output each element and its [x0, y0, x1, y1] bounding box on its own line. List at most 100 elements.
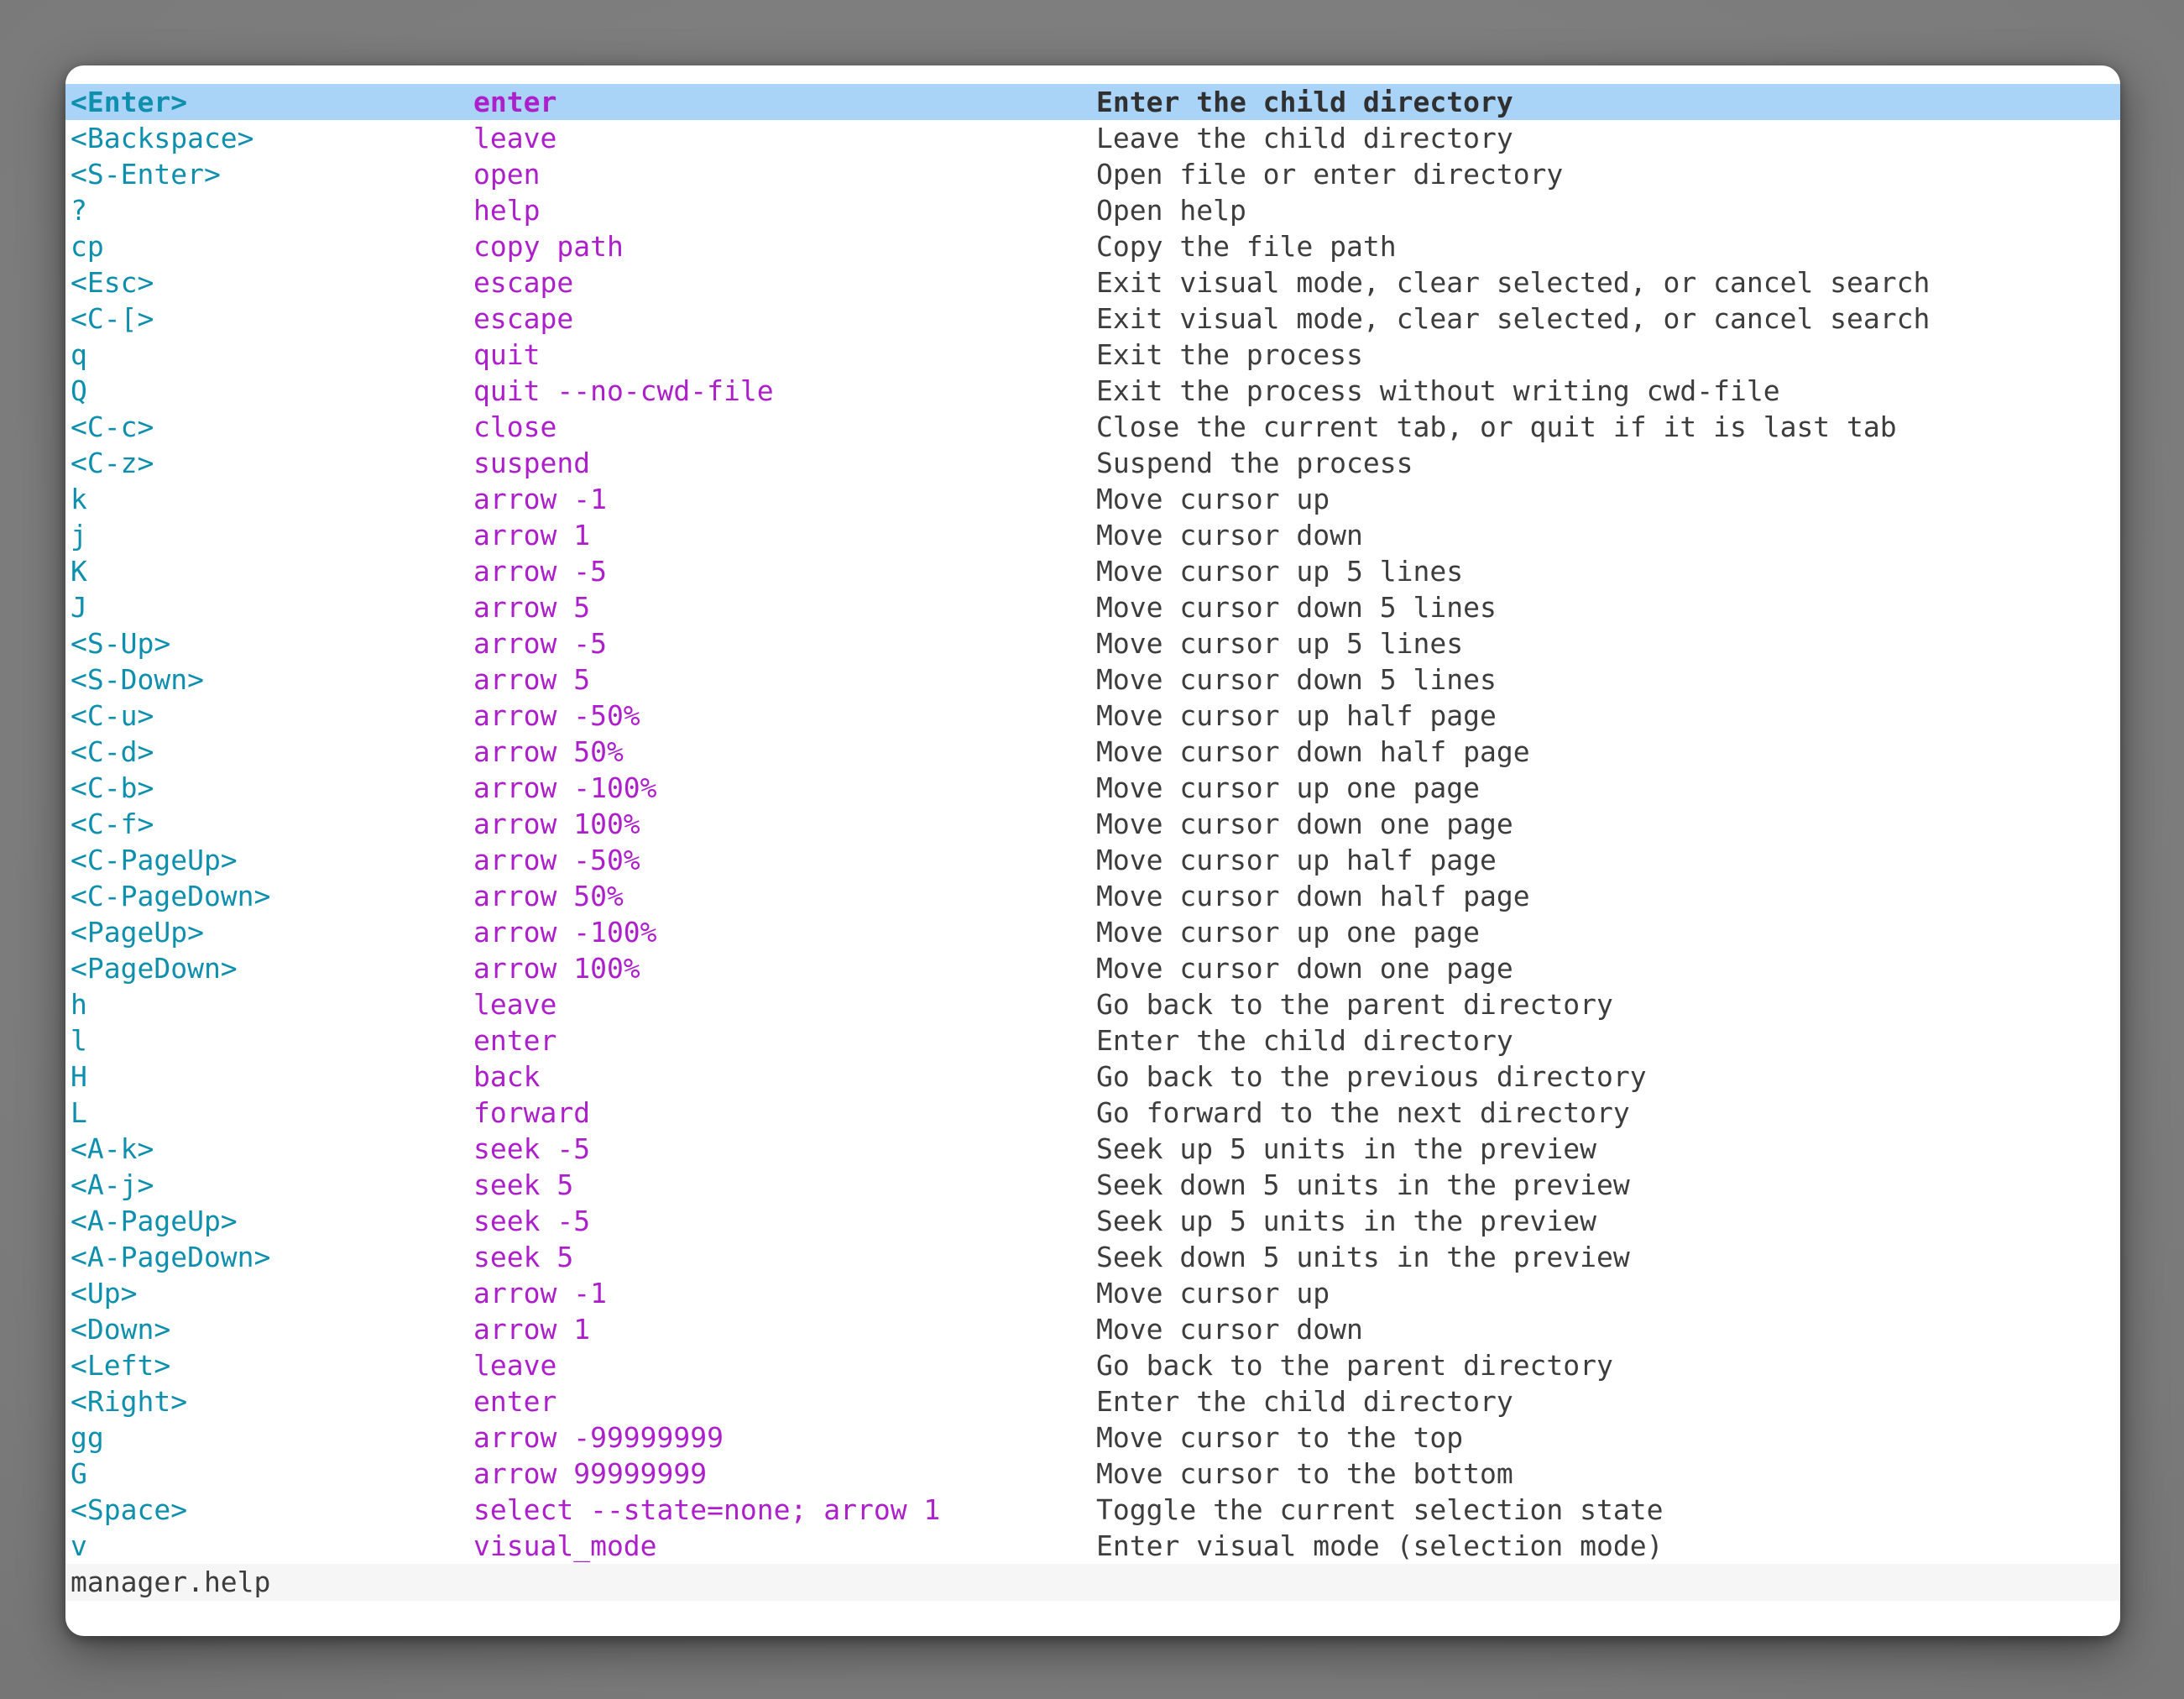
- keybind-row[interactable]: gg arrow -99999999 Move cursor to the to…: [65, 1419, 2120, 1456]
- description-cell: Move cursor to the bottom: [1096, 1456, 1513, 1492]
- command-cell: arrow 5: [473, 661, 590, 698]
- key-cell: <A-PageUp>: [71, 1203, 238, 1239]
- key-cell: cp: [71, 228, 104, 264]
- keybind-row[interactable]: <C-PageDown> arrow 50% Move cursor down …: [65, 878, 2120, 914]
- keybind-row[interactable]: <Up> arrow -1 Move cursor up: [65, 1275, 2120, 1311]
- keybind-row[interactable]: <Esc> escape Exit visual mode, clear sel…: [65, 264, 2120, 301]
- command-cell: escape: [473, 264, 573, 301]
- key-cell: <PageUp>: [71, 914, 204, 950]
- command-cell: enter: [473, 84, 556, 120]
- key-cell: l: [71, 1022, 87, 1059]
- keybind-row[interactable]: G arrow 99999999 Move cursor to the bott…: [65, 1456, 2120, 1492]
- key-cell: <A-k>: [71, 1131, 154, 1167]
- keybind-row[interactable]: k arrow -1 Move cursor up: [65, 481, 2120, 517]
- keybind-row[interactable]: <C-[> escape Exit visual mode, clear sel…: [65, 301, 2120, 337]
- description-cell: Seek up 5 units in the preview: [1096, 1131, 1596, 1167]
- keybind-row[interactable]: H back Go back to the previous directory: [65, 1059, 2120, 1095]
- keybind-row[interactable]: <PageDown> arrow 100% Move cursor down o…: [65, 950, 2120, 986]
- description-cell: Move cursor to the top: [1096, 1419, 1463, 1456]
- keybind-row[interactable]: l enter Enter the child directory: [65, 1022, 2120, 1059]
- keybind-row[interactable]: <C-z> suspend Suspend the process: [65, 445, 2120, 481]
- description-cell: Move cursor down one page: [1096, 950, 1513, 986]
- command-cell: escape: [473, 301, 573, 337]
- command-cell: arrow -100%: [473, 770, 657, 806]
- description-cell: Move cursor up one page: [1096, 770, 1480, 806]
- description-cell: Enter the child directory: [1096, 1022, 1513, 1059]
- command-cell: arrow 1: [473, 517, 590, 553]
- keybind-row[interactable]: <C-u> arrow -50% Move cursor up half pag…: [65, 698, 2120, 734]
- keybind-row[interactable]: L forward Go forward to the next directo…: [65, 1095, 2120, 1131]
- keybind-row[interactable]: <A-PageDown> seek 5 Seek down 5 units in…: [65, 1239, 2120, 1275]
- description-cell: Toggle the current selection state: [1096, 1492, 1664, 1528]
- key-cell: h: [71, 986, 87, 1022]
- key-cell: J: [71, 589, 87, 625]
- description-cell: Move cursor down: [1096, 1311, 1363, 1347]
- description-cell: Move cursor up 5 lines: [1096, 553, 1463, 589]
- description-cell: Go back to the previous directory: [1096, 1059, 1647, 1095]
- description-cell: Open help: [1096, 192, 1246, 228]
- description-cell: Move cursor up half page: [1096, 842, 1497, 878]
- keybind-row[interactable]: <C-f> arrow 100% Move cursor down one pa…: [65, 806, 2120, 842]
- help-window: <Enter> enter Enter the child directory …: [65, 65, 2120, 1636]
- key-cell: <C-[>: [71, 301, 154, 337]
- keybind-row[interactable]: <Left> leave Go back to the parent direc…: [65, 1347, 2120, 1383]
- keybind-row[interactable]: cp copy path Copy the file path: [65, 228, 2120, 264]
- key-cell: <S-Enter>: [71, 156, 221, 192]
- keybind-row[interactable]: J arrow 5 Move cursor down 5 lines: [65, 589, 2120, 625]
- keybind-row[interactable]: <Right> enter Enter the child directory: [65, 1383, 2120, 1419]
- description-cell: Go forward to the next directory: [1096, 1095, 1630, 1131]
- description-cell: Move cursor down: [1096, 517, 1363, 553]
- command-cell: help: [473, 192, 540, 228]
- command-cell: arrow 100%: [473, 950, 640, 986]
- keybind-row[interactable]: <A-k> seek -5 Seek up 5 units in the pre…: [65, 1131, 2120, 1167]
- command-cell: forward: [473, 1095, 590, 1131]
- keybind-row[interactable]: <A-j> seek 5 Seek down 5 units in the pr…: [65, 1167, 2120, 1203]
- keybind-row[interactable]: q quit Exit the process: [65, 337, 2120, 373]
- command-cell: copy path: [473, 228, 624, 264]
- keybind-row[interactable]: <Space> select --state=none; arrow 1 Tog…: [65, 1492, 2120, 1528]
- keybind-row[interactable]: <C-PageUp> arrow -50% Move cursor up hal…: [65, 842, 2120, 878]
- key-cell: k: [71, 481, 87, 517]
- command-cell: arrow -50%: [473, 698, 640, 734]
- keybind-row[interactable]: <PageUp> arrow -100% Move cursor up one …: [65, 914, 2120, 950]
- description-cell: Seek down 5 units in the preview: [1096, 1239, 1630, 1275]
- key-cell: <C-PageUp>: [71, 842, 238, 878]
- description-cell: Move cursor up: [1096, 481, 1330, 517]
- description-cell: Leave the child directory: [1096, 120, 1513, 156]
- keybind-row[interactable]: <Enter> enter Enter the child directory: [65, 84, 2120, 120]
- keybind-row[interactable]: <S-Down> arrow 5 Move cursor down 5 line…: [65, 661, 2120, 698]
- command-cell: arrow 1: [473, 1311, 590, 1347]
- description-cell: Seek down 5 units in the preview: [1096, 1167, 1630, 1203]
- command-cell: arrow -5: [473, 553, 607, 589]
- key-cell: H: [71, 1059, 87, 1095]
- key-cell: <C-z>: [71, 445, 154, 481]
- description-cell: Move cursor down half page: [1096, 734, 1530, 770]
- description-cell: Move cursor down 5 lines: [1096, 661, 1497, 698]
- keybind-row[interactable]: Q quit --no-cwd-file Exit the process wi…: [65, 373, 2120, 409]
- description-cell: Enter the child directory: [1096, 1383, 1513, 1419]
- description-cell: Suspend the process: [1096, 445, 1413, 481]
- keybind-row[interactable]: ? help Open help: [65, 192, 2120, 228]
- keybind-row[interactable]: j arrow 1 Move cursor down: [65, 517, 2120, 553]
- command-cell: arrow 50%: [473, 878, 624, 914]
- key-cell: <Enter>: [71, 84, 187, 120]
- description-cell: Enter the child directory: [1096, 84, 1513, 120]
- description-cell: Exit the process: [1096, 337, 1363, 373]
- command-cell: arrow -50%: [473, 842, 640, 878]
- key-cell: <PageDown>: [71, 950, 238, 986]
- keybind-row[interactable]: <S-Up> arrow -5 Move cursor up 5 lines: [65, 625, 2120, 661]
- keybind-row[interactable]: h leave Go back to the parent directory: [65, 986, 2120, 1022]
- keybind-row[interactable]: K arrow -5 Move cursor up 5 lines: [65, 553, 2120, 589]
- keybind-row[interactable]: <C-b> arrow -100% Move cursor up one pag…: [65, 770, 2120, 806]
- keybind-row[interactable]: <S-Enter> open Open file or enter direct…: [65, 156, 2120, 192]
- keybind-row[interactable]: <A-PageUp> seek -5 Seek up 5 units in th…: [65, 1203, 2120, 1239]
- key-cell: <A-j>: [71, 1167, 154, 1203]
- keybind-row[interactable]: <C-d> arrow 50% Move cursor down half pa…: [65, 734, 2120, 770]
- keybind-row[interactable]: <Backspace> leave Leave the child direct…: [65, 120, 2120, 156]
- key-cell: v: [71, 1528, 87, 1564]
- command-cell: arrow -5: [473, 625, 607, 661]
- keybind-row[interactable]: v visual_mode Enter visual mode (selecti…: [65, 1528, 2120, 1564]
- key-cell: <C-u>: [71, 698, 154, 734]
- keybind-row[interactable]: <C-c> close Close the current tab, or qu…: [65, 409, 2120, 445]
- keybind-row[interactable]: <Down> arrow 1 Move cursor down: [65, 1311, 2120, 1347]
